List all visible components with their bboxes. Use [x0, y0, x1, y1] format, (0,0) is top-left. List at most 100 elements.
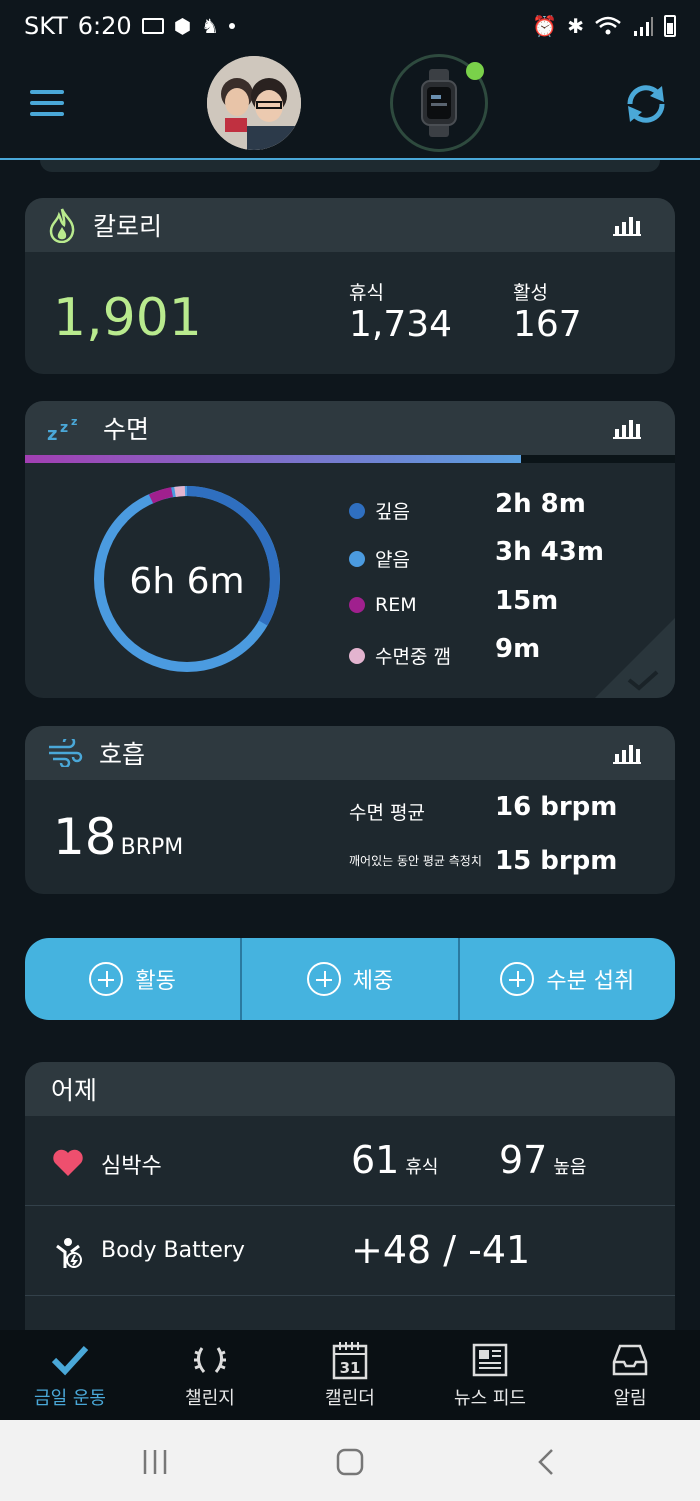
confirmed-check-icon [595, 618, 675, 698]
respiration-card-header: 호흡 [25, 726, 675, 780]
inbox-icon [612, 1344, 648, 1376]
active-calories-value: 167 [513, 304, 582, 345]
deep-sleep-label: 깊음 [375, 501, 410, 523]
battery-icon [664, 15, 676, 37]
calories-card[interactable]: 칼로리 1,901 휴식 1,734 활성 167 [25, 198, 675, 374]
respiration-value: 18 [53, 808, 117, 866]
respiration-unit: BRPM [120, 835, 184, 860]
plus-icon [306, 962, 341, 996]
tab-news-feed[interactable]: 뉴스 피드 [420, 1330, 560, 1420]
sleep-title: 수면 [103, 415, 150, 444]
user-avatar[interactable] [207, 56, 301, 150]
deep-sleep-value: 2h 8m [495, 489, 586, 519]
yesterday-card: 어제 심박수 61 휴식 97 높음 Body Battery +48 / -41 [25, 1062, 675, 1342]
body-battery-value: +48 / -41 [351, 1228, 531, 1272]
calendar-day: 31 [340, 1359, 361, 1377]
active-calories-label: 활성 [513, 282, 548, 304]
awake-average-label: 깨어있는 동안 평균 측정치 [349, 854, 482, 868]
rem-sleep-dot [349, 597, 365, 613]
clock: 6:20 [77, 12, 132, 40]
heart-icon [53, 1149, 83, 1176]
checkmark-icon [51, 1345, 89, 1376]
sleep-chart-icon[interactable] [613, 417, 641, 439]
yesterday-title: 어제 [25, 1062, 675, 1116]
add-activity-label: 활동 [135, 969, 176, 994]
resting-calories-label: 휴식 [349, 282, 384, 304]
newspaper-icon [472, 1343, 508, 1377]
laurel-icon [194, 1347, 226, 1373]
sleep-average-value: 16 brpm [495, 792, 618, 822]
back-icon[interactable] [536, 1448, 556, 1476]
mail-icon [141, 18, 164, 34]
high-heart-rate: 97 높음 [499, 1138, 587, 1182]
sleep-average-label: 수면 평균 [349, 802, 425, 824]
body-battery-label: Body Battery [101, 1238, 245, 1263]
deep-sleep-dot [349, 502, 365, 519]
awake-value: 9m [495, 634, 541, 664]
device-connected-indicator [466, 62, 484, 80]
add-hydration-button[interactable]: 수분 섭취 [457, 938, 675, 1020]
app-icon: ⬢ [173, 14, 192, 38]
tab-calendar-label: 캘린더 [325, 1388, 375, 1409]
add-weight-label: 체중 [352, 969, 394, 994]
tab-notifications-label: 알림 [613, 1388, 647, 1409]
carrier-label: SKT [24, 12, 68, 40]
calories-chart-icon[interactable] [613, 214, 641, 236]
respiration-current: 18 BRPM [53, 808, 183, 866]
respiration-card[interactable]: 호흡 18 BRPM 수면 평균 16 brpm 깨어있는 동안 평균 측정치 1… [25, 726, 675, 894]
wifi-icon [595, 16, 621, 35]
system-navigation-bar [0, 1420, 700, 1501]
tab-today-label: 금일 운동 [34, 1388, 106, 1409]
hamburger-icon[interactable] [30, 90, 64, 116]
calories-title: 칼로리 [93, 212, 163, 241]
sleep-card-header: z z z 수면 [25, 401, 675, 455]
svg-text:z: z [47, 424, 57, 442]
add-hydration-label: 수분 섭취 [546, 969, 635, 994]
sleep-card[interactable]: z z z 수면 6h 6m 깊음 2h 8m 얕음 3h 43m REM 15… [25, 401, 675, 698]
tab-notifications[interactable]: 알림 [560, 1330, 700, 1420]
heart-rate-label: 심박수 [101, 1154, 162, 1179]
tab-today[interactable]: 금일 운동 [0, 1330, 140, 1420]
bluetooth-icon: ✱ [567, 14, 584, 38]
svg-text:z: z [60, 420, 68, 436]
status-bar: SKT 6:20 ⬢ ♞ ⏰ ✱ [0, 0, 700, 52]
sleep-stage-light: 얕음 [349, 545, 410, 572]
app-header [0, 52, 700, 160]
calories-card-header: 칼로리 [25, 198, 675, 252]
add-activity-button[interactable]: 활동 [25, 938, 240, 1020]
calories-total: 1,901 [53, 288, 202, 348]
svg-text:z: z [71, 415, 77, 428]
recent-apps-icon[interactable] [140, 1448, 170, 1476]
flame-icon [49, 208, 75, 243]
wind-icon [49, 739, 83, 767]
heart-rate-row[interactable]: 심박수 61 휴식 97 높음 [25, 1116, 675, 1206]
tab-news-feed-label: 뉴스 피드 [454, 1388, 526, 1409]
respiration-title: 호흡 [99, 740, 146, 769]
previous-card-edge [40, 160, 660, 172]
tab-challenges-label: 챌린지 [185, 1388, 235, 1409]
light-sleep-value: 3h 43m [495, 537, 604, 567]
add-weight-button[interactable]: 체중 [240, 938, 457, 1020]
notification-icon: ♞ [201, 14, 220, 38]
resting-calories-value: 1,734 [349, 304, 453, 345]
tab-challenges[interactable]: 챌린지 [140, 1330, 280, 1420]
awake-dot [349, 647, 365, 664]
quick-add-bar: 활동 체중 수분 섭취 [25, 938, 675, 1020]
body-battery-icon [56, 1238, 82, 1268]
sync-icon[interactable] [622, 80, 670, 128]
awake-label: 수면중 깸 [375, 646, 451, 668]
home-icon[interactable] [336, 1448, 364, 1476]
plus-icon [89, 962, 124, 996]
respiration-chart-icon[interactable] [613, 742, 641, 764]
tab-calendar[interactable]: 31 캘린더 [280, 1330, 420, 1420]
light-sleep-label: 얕음 [375, 549, 410, 571]
resting-heart-rate: 61 휴식 [351, 1138, 439, 1182]
body-battery-row[interactable]: Body Battery +48 / -41 [25, 1206, 675, 1296]
light-sleep-dot [349, 550, 365, 567]
plus-icon [500, 962, 535, 996]
awake-average-value: 15 brpm [495, 846, 618, 876]
calendar-icon: 31 [332, 1342, 368, 1380]
rem-sleep-label: REM [375, 594, 417, 616]
signal-icon [634, 17, 653, 36]
sleep-total: 6h 6m [129, 561, 245, 602]
